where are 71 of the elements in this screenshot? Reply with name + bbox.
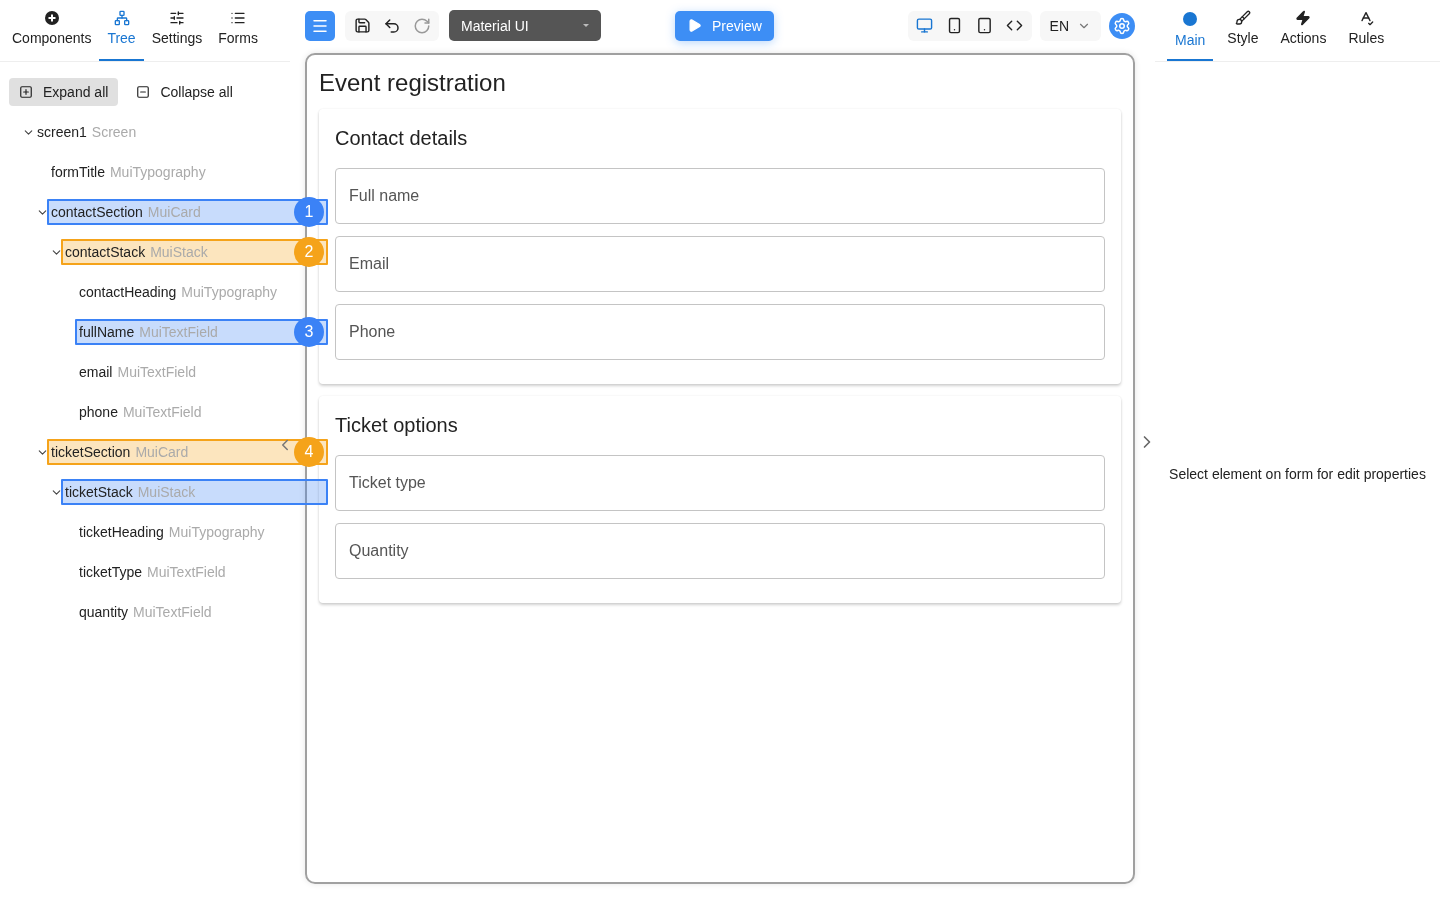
settings-button[interactable] — [1109, 12, 1135, 39]
node-type: MuiTextField — [139, 324, 218, 340]
number-badge: 3 — [294, 317, 324, 347]
node-name[interactable]: ticketHeading — [79, 524, 164, 540]
panel-tab[interactable]: Rules — [1340, 0, 1393, 61]
node-name[interactable]: quantity — [79, 604, 129, 620]
node-name[interactable]: formTitle — [51, 164, 105, 180]
node-name[interactable]: email — [79, 364, 113, 380]
sliders-icon — [168, 10, 185, 26]
tablet-icon — [976, 17, 994, 34]
node-type: MuiTextField — [122, 404, 202, 420]
input-field[interactable]: Phone — [335, 304, 1105, 360]
number-badge: 1 — [294, 197, 324, 227]
undo-icon — [383, 16, 401, 35]
node-type: Screen — [91, 124, 137, 140]
square-plus-icon — [19, 85, 33, 99]
node-type: MuiStack — [150, 244, 208, 260]
lightning-icon — [1295, 10, 1312, 26]
panel-tab[interactable]: Settings — [143, 0, 211, 61]
caret-icon — [583, 24, 589, 27]
brush-icon — [1234, 10, 1251, 26]
list-icon — [230, 10, 247, 26]
panel-tab[interactable]: Main — [1167, 0, 1214, 61]
node-name[interactable]: contactSection — [51, 204, 143, 220]
card-heading: Contact details — [335, 127, 469, 150]
library-select[interactable]: Material UI — [449, 10, 601, 41]
node-name[interactable]: phone — [79, 404, 118, 420]
language-select[interactable]: EN — [1039, 10, 1101, 41]
save-icon — [353, 17, 371, 34]
expand-all-button[interactable]: Expand all — [9, 78, 119, 106]
input-field[interactable]: Email — [335, 236, 1105, 292]
node-name[interactable]: fullName — [79, 324, 135, 340]
node-name[interactable]: ticketType — [79, 564, 143, 580]
node-type: MuiTextField — [133, 604, 212, 620]
number-badge: 4 — [294, 437, 324, 467]
input-field[interactable]: Full name — [335, 168, 1105, 224]
form-title: Event registration — [319, 69, 507, 97]
node-name[interactable]: contactHeading — [79, 284, 177, 300]
hierarchy-icon — [113, 10, 130, 26]
node-type: MuiCard — [135, 444, 189, 460]
number-badge: 2 — [294, 237, 324, 267]
settings-icon — [1113, 16, 1131, 35]
panel-tab[interactable]: Forms — [210, 0, 266, 61]
card-heading: Ticket options — [335, 414, 459, 437]
menu-button[interactable] — [305, 10, 335, 41]
node-type: MuiTypography — [181, 284, 277, 300]
panel-tab[interactable]: Components — [4, 0, 100, 61]
node-type: MuiTextField — [147, 564, 226, 580]
node-name[interactable]: contactStack — [65, 244, 146, 260]
play-icon — [687, 18, 702, 33]
empty-state-message: Select element on form for edit properties — [1169, 466, 1426, 482]
node-type: MuiTextField — [117, 364, 197, 380]
input-field[interactable]: Ticket type — [335, 455, 1105, 511]
node-name[interactable]: ticketStack — [65, 484, 133, 500]
node-type: MuiStack — [137, 484, 196, 500]
desktop-icon — [916, 17, 934, 34]
node-name[interactable]: ticketSection — [51, 444, 131, 460]
redo-icon — [413, 16, 431, 35]
collapse-all-button[interactable]: Collapse all — [126, 78, 243, 106]
node-type: MuiTypography — [168, 524, 265, 540]
dot-icon — [1183, 12, 1198, 26]
node-type: MuiCard — [147, 204, 201, 220]
input-field[interactable]: Quantity — [335, 523, 1105, 579]
panel-tab[interactable]: Style — [1219, 0, 1267, 61]
plus-circle-icon — [43, 10, 60, 26]
panel-tab[interactable]: Tree — [99, 0, 144, 61]
panel-tab[interactable]: Actions — [1272, 0, 1335, 61]
node-name[interactable]: screen1 — [37, 124, 87, 140]
node-type: MuiTypography — [109, 164, 206, 180]
spell-check-icon — [1358, 10, 1375, 26]
square-minus-icon — [136, 85, 151, 99]
